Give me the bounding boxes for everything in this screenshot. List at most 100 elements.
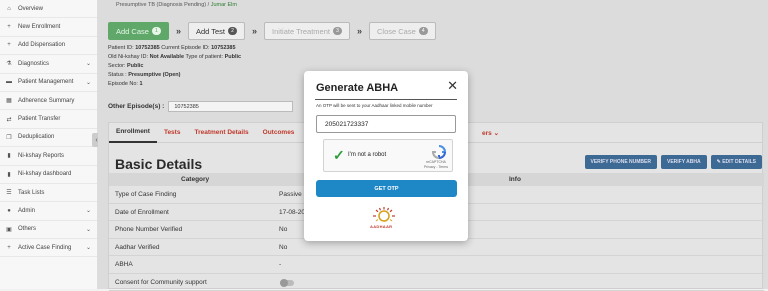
sector-label: Sector: — [108, 63, 125, 69]
transfer-icon: ⇄ — [4, 116, 14, 123]
step-arrow-icon: » — [357, 26, 362, 36]
action-buttons: VERIFY PHONE NUMBER VERIFY ABHA ✎ EDIT D… — [581, 155, 762, 169]
chevron-down-icon: ⌄ — [86, 244, 91, 251]
plus-icon: + — [4, 42, 14, 48]
sidebar-item-label: Patient Management — [18, 79, 73, 85]
recaptcha-terms[interactable]: Privacy - Terms — [424, 165, 448, 170]
sidebar-item-label: Overview — [18, 6, 43, 12]
sidebar-item-task-lists[interactable]: ☰Task Lists — [0, 184, 97, 202]
flask-icon: ⚗ — [4, 60, 14, 67]
aadhaar-input[interactable]: 205021723337 — [316, 115, 456, 133]
step-label: Add Test — [196, 27, 225, 36]
tab-enrollment[interactable]: Enrollment — [109, 123, 157, 143]
edit-details-button[interactable]: ✎ EDIT DETAILS — [711, 155, 762, 169]
get-otp-button[interactable]: GET OTP — [316, 180, 457, 197]
copy-icon: ❐ — [4, 134, 14, 141]
divider — [315, 99, 457, 100]
sidebar-item-label: Deduplication — [18, 134, 54, 140]
modal-title: Generate ABHA — [316, 82, 398, 94]
verify-abha-button[interactable]: VERIFY ABHA — [661, 155, 707, 169]
add-test-step[interactable]: Add Test2 — [188, 22, 245, 40]
sidebar-item-admin[interactable]: ●Admin⌄ — [0, 202, 97, 220]
row-key: Aadhar Verified — [115, 244, 159, 251]
sidebar-item-diagnostics[interactable]: ⚗Diagnostics⌄ — [0, 55, 97, 73]
case-steps: Add Case1 » Add Test2 » Initiate Treatme… — [108, 22, 436, 40]
sidebar-item-label: Others — [18, 226, 36, 232]
sidebar-item-label: Task Lists — [18, 190, 44, 196]
sidebar-item-label: New Enrollment — [18, 24, 60, 30]
step-arrow-icon: » — [176, 26, 181, 36]
recaptcha-brand: reCAPTCHA — [424, 160, 448, 165]
row-key: Phone Number Verified — [115, 226, 182, 233]
sidebar-item-add-dispensation[interactable]: +Add Dispensation — [0, 37, 97, 55]
info-header: Info — [509, 176, 521, 183]
sidebar-item-label: Ni-kshay dashboard — [18, 171, 71, 177]
close-case-step[interactable]: Close Case4 — [369, 22, 436, 40]
chevron-down-icon: ⌄ — [86, 79, 91, 86]
step-count: 4 — [419, 27, 428, 35]
episode-no-label: Episode No: — [108, 81, 138, 87]
old-id: Not Available — [150, 54, 184, 60]
aadhaar-logo-text: AADHAAR — [370, 224, 392, 229]
tab-more[interactable]: ers ⌄ — [482, 123, 499, 143]
patient-type: Public — [225, 54, 242, 60]
sector: Public — [127, 63, 144, 69]
dashboard-icon: ▮ — [4, 171, 14, 178]
plus-icon: + — [4, 245, 14, 251]
row-key: Type of Case Finding — [115, 191, 176, 198]
chart-icon: ▮ — [4, 152, 14, 159]
sidebar: ⌂Overview + New Enrollment +Add Dispensatio… — [0, 0, 98, 289]
tab-treatment-details[interactable]: Treatment Details — [187, 123, 255, 143]
close-icon[interactable]: ✕ — [447, 78, 458, 94]
otp-note: An OTP will be sent to your Aadhaar link… — [316, 103, 432, 108]
sidebar-item-patient-management[interactable]: ▬ Patient Management ⌄ — [0, 74, 97, 92]
table-row: Aadhar Verified No — [109, 239, 764, 257]
episode-id-label: Current Episode ID: — [161, 45, 209, 51]
tab-tests[interactable]: Tests — [157, 123, 188, 143]
sidebar-item-active-case-finding[interactable]: +Active Case Finding⌄ — [0, 239, 97, 257]
patient-type-label: Type of patient: — [185, 54, 223, 60]
other-episodes-select[interactable]: 10752385 — [168, 101, 293, 112]
sidebar-item-ni-kshay-dashboard[interactable]: ▮ Ni-kshay dashboard — [0, 166, 97, 184]
initiate-treatment-step[interactable]: Initiate Treatment3 — [264, 22, 350, 40]
row-value: 17-08-20 — [279, 209, 305, 216]
step-arrow-icon: » — [252, 26, 257, 36]
sidebar-item-others[interactable]: ▣ Others ⌄ — [0, 221, 97, 239]
sidebar-item-deduplication[interactable]: ❐ Deduplication — [0, 129, 97, 147]
breadcrumb: Presumptive TB (Diagnosis Pending) / Jum… — [116, 2, 237, 8]
row-value: No — [279, 244, 287, 251]
episode-no: 1 — [140, 81, 143, 87]
sidebar-item-overview[interactable]: ⌂Overview — [0, 0, 97, 18]
breadcrumb-separator: / — [208, 2, 210, 8]
other-episodes-label: Other Episode(s) : — [108, 103, 164, 110]
chevron-down-icon: ⌄ — [86, 226, 91, 233]
row-value: No — [279, 226, 287, 233]
captcha-label: I'm not a robot — [348, 152, 386, 158]
sidebar-item-adherence-summary[interactable]: ▦Adherence Summary — [0, 92, 97, 110]
sidebar-item-ni-kshay-reports[interactable]: ▮ Ni-kshay Reports — [0, 147, 97, 165]
chevron-down-icon: ⌄ — [86, 60, 91, 67]
verify-phone-button[interactable]: VERIFY PHONE NUMBER — [585, 155, 657, 169]
add-case-step[interactable]: Add Case1 — [108, 22, 169, 40]
briefcase-icon: ▣ — [4, 226, 14, 233]
category-header: Category — [181, 176, 209, 183]
sidebar-item-label: Admin — [18, 208, 35, 214]
tab-outcomes[interactable]: Outcomes — [256, 123, 302, 143]
sidebar-item-patient-transfer[interactable]: ⇄Patient Transfer — [0, 110, 97, 128]
breadcrumb-link[interactable]: Jumar Elm — [211, 2, 237, 8]
aadhaar-sun-icon — [364, 206, 404, 224]
recaptcha-widget[interactable]: ✓ I'm not a robot reCAPTCHAPrivacy - Ter… — [323, 139, 453, 172]
step-label: Initiate Treatment — [272, 27, 330, 36]
sidebar-item-new-enrollment[interactable]: + New Enrollment — [0, 18, 97, 36]
consent-toggle[interactable] — [280, 280, 294, 286]
chevron-down-icon: ⌄ — [86, 207, 91, 214]
recaptcha-text: reCAPTCHAPrivacy - Terms — [424, 160, 448, 169]
plus-icon: + — [4, 24, 14, 30]
patient-id: 10752385 — [135, 45, 159, 51]
patient-id-label: Patient ID: — [108, 45, 134, 51]
checkmark-icon[interactable]: ✓ — [333, 147, 345, 164]
sidebar-item-label: Ni-kshay Reports — [18, 153, 64, 159]
recaptcha-logo-icon — [432, 145, 446, 159]
patient-info: Patient ID: 10752385 Current Episode ID:… — [108, 44, 241, 89]
patient-icon: ▬ — [4, 79, 14, 85]
